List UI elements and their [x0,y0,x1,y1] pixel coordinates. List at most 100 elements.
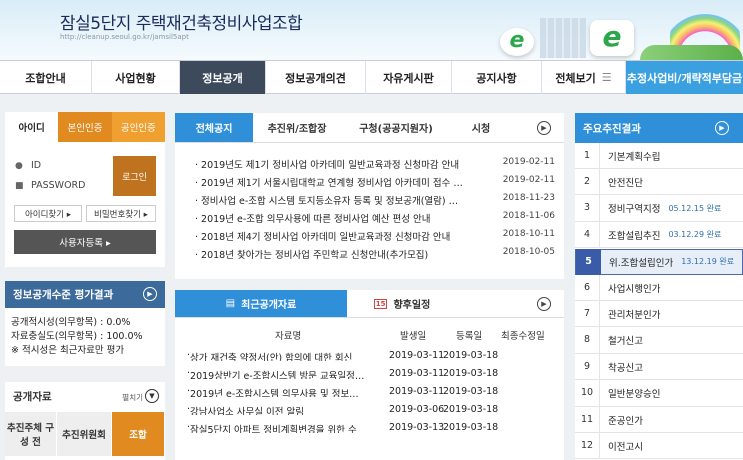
progress-step[interactable]: 10 일반분양승인 [575,380,743,407]
data-room-header: 공개자료 펼치기 ▼ [5,382,165,410]
login-button[interactable]: 로그인 [113,156,156,196]
step-label: 정비구역지정 [608,204,661,216]
e-logo-large-icon: e [590,20,634,56]
tab-recent-data[interactable]: ▤ 최근공개자료 [175,290,347,317]
tab-id-login[interactable]: 아이디 [5,112,59,142]
table-row[interactable]: · 잠실5단지 아파트 정비계획변경을 위한 수 2019-03-13 2019… [187,422,557,440]
progress-step[interactable]: 6 사업시행인가 [575,274,743,301]
play-icon[interactable]: ▶ [715,121,729,135]
evaluation-title: 정보공개수준 평가결과 [13,289,114,301]
table-row[interactable]: · 2019년 e-조합시스템 의무사용 및 정보… 2019-03-11 20… [187,386,557,404]
tab-cert-auth[interactable]: 공인인증 [111,112,165,142]
step-number: 8 [575,327,600,354]
id-field[interactable]: ● ID [15,160,41,171]
play-icon[interactable]: ▶ [143,287,157,301]
tab-pre-formation[interactable]: 추진주체 구성 전 [5,412,57,456]
progress-step[interactable]: 3 정비구역지정 05.12.15 완료 [575,195,743,222]
expand-link[interactable]: 펼치기 [122,392,143,403]
list-item[interactable]: · 2019년도 제1기 정비사업 아카데미 일반교육과정 신청마감 안내 20… [195,157,555,174]
tab-self-auth[interactable]: 본인인증 [58,112,112,142]
list-item[interactable]: · 2019년 제1기 서울시립대학교 연계형 정비사업 아카데미 접수 … 2… [195,175,555,192]
row-occurred: 2019-03-06 [389,404,445,415]
calendar-icon: 15 [373,298,388,309]
nav-free-board[interactable]: 자유게시판 [366,61,452,94]
row-name: 잠실5단지 아파트 정비계획변경을 위한 수 [190,425,357,433]
row-registered: 2019-03-18 [443,404,499,415]
register-button[interactable]: 사용자등록 ▸ [14,230,156,254]
building-decoration [540,18,586,58]
step-number: 5 [576,248,601,275]
lock-icon: ■ [15,180,24,191]
progress-step[interactable]: 1 기본계획수립 [575,142,743,169]
chevron-down-icon[interactable]: ▼ [145,389,159,403]
row-registered: 2019-03-18 [443,350,499,361]
list-item[interactable]: · 2018년 찾아가는 정비사업 주민학교 신청안내(추가모집) 2018-1… [195,247,555,264]
main-nav: 조합안내 사업현황 정보공개 정보공개의견 자유게시판 공지사항 전체보기 ☰ … [0,60,743,94]
progress-step[interactable]: 11 준공인가 [575,406,743,433]
nav-cost-estimate[interactable]: 추정사업비/개략적부담금 [626,61,743,94]
row-occurred: 2019-03-13 [389,422,445,433]
password-field[interactable]: ■ PASSWORD [15,180,85,191]
nav-view-all[interactable]: 전체보기 ☰ [542,61,626,94]
step-label: 조합설립추진 [608,230,661,242]
nav-notice[interactable]: 공지사항 [452,61,542,94]
tab-city-notices[interactable]: 시청 [451,113,511,142]
step-label: 기본계획수립 [608,151,661,163]
tab-upcoming-schedule-label: 향후일정 [393,300,431,311]
nav-disclosure-opinion[interactable]: 정보공개의견 [266,61,366,94]
site-header: 잠실5단지 주택재건축정비사업조합 http://cleanup.seoul.g… [0,0,743,60]
col-occurred: 발생일 [400,331,427,342]
play-icon[interactable]: ▶ [537,297,551,311]
notice-date: 2018-11-23 [502,193,555,203]
tab-union[interactable]: 조합 [112,412,165,456]
list-item[interactable]: · 2019년 e-조합 의무사용에 따른 정비사업 예산 편성 안내 2018… [195,211,555,228]
site-title[interactable]: 잠실5단지 주택재건축정비사업조합 [60,9,303,34]
table-row[interactable]: · 강남사업소 사무실 이전 알림 2019-03-06 2019-03-18 [187,404,557,422]
step-label: 안전진단 [608,177,643,189]
notice-title: 2019년 제1기 서울시립대학교 연계형 정비사업 아카데미 접수 … [201,178,463,189]
step-number: 1 [575,142,600,169]
progress-step[interactable]: 4 조합설립추진 03.12.29 완료 [575,221,743,249]
step-label: 이전고시 [608,441,643,453]
tab-district-notices[interactable]: 구청(공공지원자) [341,113,451,142]
tab-committee-notices[interactable]: 추진위/조합장 [253,113,341,142]
data-room-panel: 공개자료 펼치기 ▼ 추진주체 구성 전 추진위원회 조합 [5,382,165,460]
notice-title: 정비사업 e-조합 시스템 토지등소유자 등록 및 정보공개(열람) … [201,196,459,207]
find-id-button[interactable]: 아이디찾기 ▸ [14,205,82,222]
nav-project-status[interactable]: 사업현황 [92,61,180,94]
e-logo-icon: e [500,28,534,56]
progress-step[interactable]: 5 위.조합설립인가 13.12.19 완료 [575,248,743,275]
step-number: 11 [575,406,600,433]
tab-upcoming-schedule[interactable]: 15 향후일정 [347,290,457,317]
tab-committee[interactable]: 추진위원회 [57,412,112,456]
col-name: 자료명 [275,331,302,342]
find-password-button[interactable]: 비밀번호찾기 ▸ [86,205,156,222]
progress-step[interactable]: 8 철거신고 [575,327,743,354]
row-registered: 2019-03-18 [443,386,499,397]
progress-step[interactable]: 7 관리처분인가 [575,300,743,328]
tab-recent-data-label: 최근공개자료 [241,300,297,311]
notice-title: 2018년 찾아가는 정비사업 주민학교 신청안내(추가모집) [201,250,429,261]
progress-step[interactable]: 2 안전진단 [575,168,743,196]
row-registered: 2019-03-18 [443,368,499,379]
row-name: 강남사업소 사무실 이전 알림 [190,407,304,415]
list-item[interactable]: · 2018년 제4기 정비사업 아카데미 일반교육과정 신청마감 안내 201… [195,229,555,246]
table-row[interactable]: · 2019상반기 e-조합시스템 방문 교육일정… 2019-03-11 20… [187,368,557,386]
progress-step[interactable]: 9 착공신고 [575,353,743,381]
play-icon[interactable]: ▶ [537,121,551,135]
step-label: 위.조합설립인가 [609,257,674,269]
nav-info-disclosure[interactable]: 정보공개 [180,61,266,94]
progress-step[interactable]: 12 이전고시 [575,432,743,460]
site-url[interactable]: http://cleanup.seoul.go.kr/jamsil5apt [60,33,189,41]
table-row[interactable]: · 상가 재건축 약정서(안) 합의에 대한 회신 2019-03-11 201… [187,350,557,368]
hill-decoration [640,45,743,60]
step-label: 사업시행인가 [608,283,661,295]
notice-date: 2019-02-11 [502,175,555,185]
row-name: 상가 재건축 약정서(안) 합의에 대한 회신 [190,353,353,361]
tab-all-notices[interactable]: 전체공지 [175,113,253,142]
nav-union-info[interactable]: 조합안내 [0,61,92,94]
list-item[interactable]: · 정비사업 e-조합 시스템 토지등소유자 등록 및 정보공개(열람) … 2… [195,193,555,210]
nav-view-all-label: 전체보기 [555,71,596,85]
step-number: 6 [575,274,600,301]
row-occurred: 2019-03-11 [389,350,445,361]
